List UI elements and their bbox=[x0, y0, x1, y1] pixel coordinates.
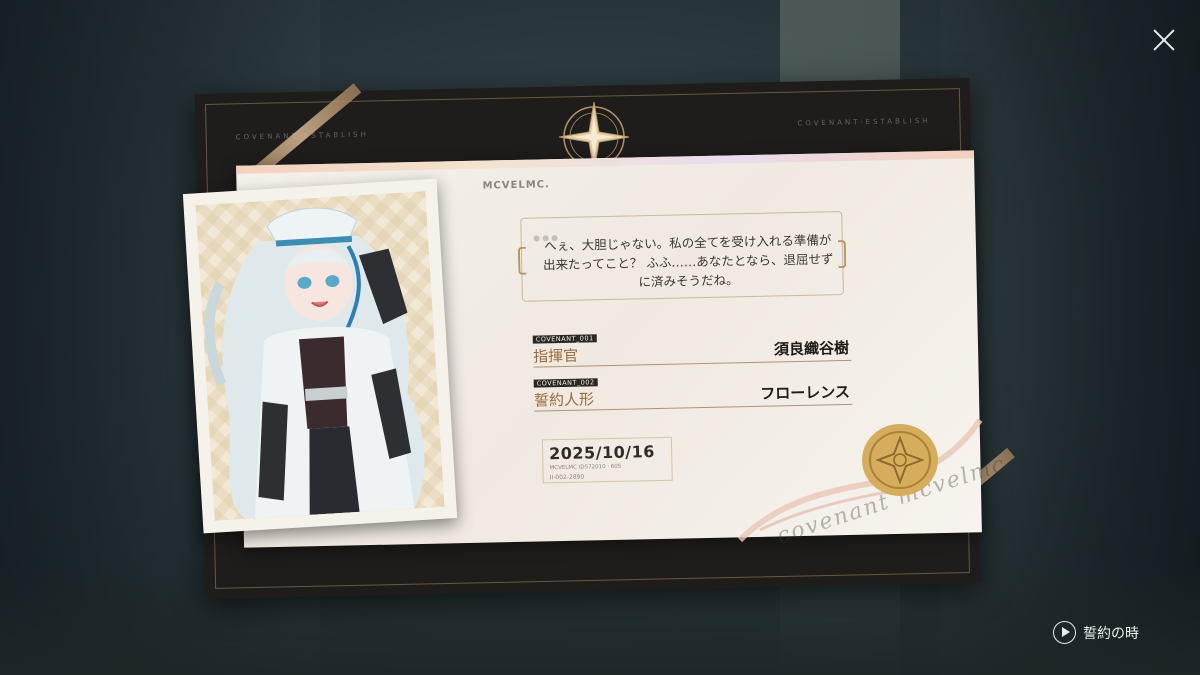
character-illustration bbox=[204, 207, 425, 519]
ribbon bbox=[737, 418, 983, 543]
field-value: 須良織谷樹 bbox=[773, 338, 850, 359]
quote-text: へぇ、大胆じゃない。私の全てを受け入れる準備が出来たってこと？ ふふ……あなたと… bbox=[542, 232, 834, 290]
field-commander: COVENANT_001 指揮官 須良織谷樹 bbox=[532, 328, 852, 368]
close-icon[interactable] bbox=[1144, 20, 1184, 60]
date-meta-line2: II-002-2890 bbox=[549, 473, 585, 482]
character-portrait bbox=[195, 191, 445, 521]
play-icon[interactable] bbox=[1053, 621, 1076, 644]
quote-bracket-left bbox=[517, 246, 527, 275]
field-tag: COVENANT_002 bbox=[533, 378, 598, 388]
covenant-date: 2025/10/16 bbox=[548, 442, 656, 464]
date-meta-line1: MCVELMC ID572010 · 605 bbox=[549, 463, 622, 472]
card-brand: MCVELMC. bbox=[482, 179, 550, 192]
character-photo bbox=[182, 178, 458, 534]
field-label: 誓約人形 bbox=[533, 390, 595, 410]
date-box: 2025/10/16 MCVELMC ID572010 · 605 II-002… bbox=[541, 436, 673, 484]
quote-bracket-right bbox=[837, 240, 847, 269]
quote-box: へぇ、大胆じゃない。私の全てを受け入れる準備が出来たってこと？ ふふ……あなたと… bbox=[517, 211, 847, 302]
wax-seal-icon bbox=[862, 424, 938, 496]
field-tag: COVENANT_001 bbox=[532, 334, 597, 344]
field-label: 指揮官 bbox=[532, 346, 579, 366]
covenant-moment-button[interactable]: 誓約の時 bbox=[1083, 623, 1139, 643]
